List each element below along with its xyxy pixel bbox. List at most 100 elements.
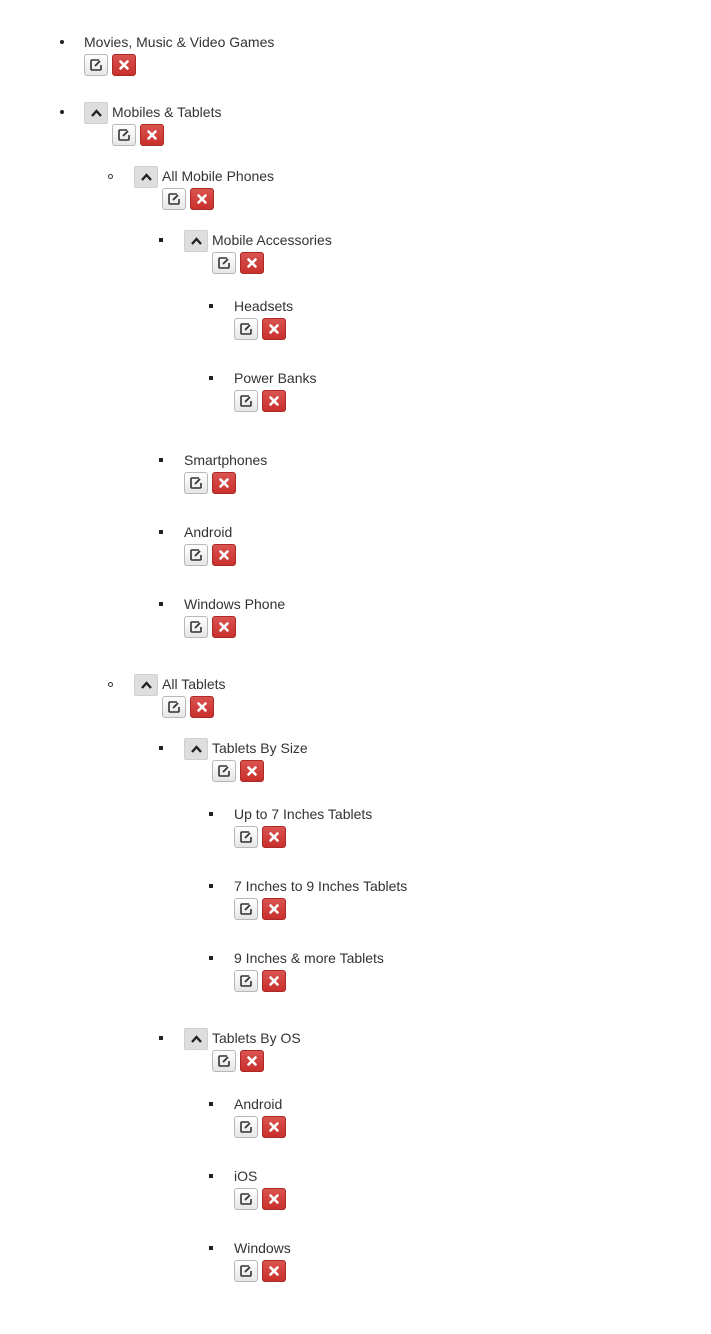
collapse-button[interactable] xyxy=(134,166,158,188)
bullet-square xyxy=(209,1174,213,1178)
collapse-button[interactable] xyxy=(184,230,208,252)
edit-button[interactable] xyxy=(112,124,136,146)
edit-button[interactable] xyxy=(234,1188,258,1210)
close-icon xyxy=(247,258,257,268)
edit-button[interactable] xyxy=(212,760,236,782)
collapse-button[interactable] xyxy=(84,102,108,124)
edit-button[interactable] xyxy=(234,898,258,920)
node-label: Mobile Accessories xyxy=(212,232,332,248)
delete-button[interactable] xyxy=(190,696,214,718)
bullet-square xyxy=(159,602,163,606)
edit-icon xyxy=(168,193,180,205)
close-icon xyxy=(119,60,129,70)
delete-button[interactable] xyxy=(140,124,164,146)
close-icon xyxy=(269,1194,279,1204)
close-icon xyxy=(269,832,279,842)
edit-button[interactable] xyxy=(184,472,208,494)
close-icon xyxy=(197,702,207,712)
delete-button[interactable] xyxy=(262,970,286,992)
node-label: Windows Phone xyxy=(184,596,286,612)
delete-button[interactable] xyxy=(262,826,286,848)
delete-button[interactable] xyxy=(212,616,236,638)
collapse-button[interactable] xyxy=(184,1028,208,1050)
edit-icon xyxy=(218,1055,230,1067)
bullet-square xyxy=(209,812,213,816)
close-icon xyxy=(269,324,279,334)
edit-button[interactable] xyxy=(212,1050,236,1072)
edit-icon xyxy=(218,257,230,269)
close-icon xyxy=(219,622,229,632)
bullet-square xyxy=(209,956,213,960)
edit-icon xyxy=(240,323,252,335)
edit-button[interactable] xyxy=(234,826,258,848)
close-icon xyxy=(269,904,279,914)
chevron-up-icon xyxy=(191,237,202,245)
edit-icon xyxy=(90,59,102,71)
edit-button[interactable] xyxy=(162,696,186,718)
bullet-square xyxy=(159,458,163,462)
delete-button[interactable] xyxy=(190,188,214,210)
collapse-button[interactable] xyxy=(134,674,158,696)
delete-button[interactable] xyxy=(262,318,286,340)
node-label: Up to 7 Inches Tablets xyxy=(234,806,373,822)
edit-icon xyxy=(218,765,230,777)
bullet-square xyxy=(209,304,213,308)
close-icon xyxy=(197,194,207,204)
edit-button[interactable] xyxy=(184,544,208,566)
edit-button[interactable] xyxy=(184,616,208,638)
node-label: iOS xyxy=(234,1168,258,1184)
bullet-disc xyxy=(60,40,64,44)
node-label: Headsets xyxy=(234,298,294,314)
chevron-up-icon xyxy=(141,681,152,689)
close-icon xyxy=(269,976,279,986)
node-label: All Tablets xyxy=(162,676,226,692)
delete-button[interactable] xyxy=(262,1188,286,1210)
node-label: All Mobile Phones xyxy=(162,168,275,184)
node-label: Power Banks xyxy=(234,370,317,386)
node-label: Movies, Music & Video Games xyxy=(84,34,275,50)
edit-icon xyxy=(190,621,202,633)
node-label: 9 Inches & more Tablets xyxy=(234,950,384,966)
edit-button[interactable] xyxy=(234,318,258,340)
collapse-button[interactable] xyxy=(184,738,208,760)
close-icon xyxy=(147,130,157,140)
bullet-square xyxy=(209,1102,213,1106)
node-label: Mobiles & Tablets xyxy=(112,104,222,120)
delete-button[interactable] xyxy=(262,1116,286,1138)
delete-button[interactable] xyxy=(212,472,236,494)
edit-icon xyxy=(240,975,252,987)
edit-icon xyxy=(190,477,202,489)
node-label: Tablets By OS xyxy=(212,1030,301,1046)
close-icon xyxy=(269,1266,279,1276)
delete-button[interactable] xyxy=(262,898,286,920)
node-label: Tablets By Size xyxy=(212,740,308,756)
delete-button[interactable] xyxy=(240,760,264,782)
bullet-disc xyxy=(60,110,64,114)
delete-button[interactable] xyxy=(240,252,264,274)
delete-button[interactable] xyxy=(212,544,236,566)
edit-button[interactable] xyxy=(234,970,258,992)
chevron-up-icon xyxy=(191,745,202,753)
edit-button[interactable] xyxy=(234,1116,258,1138)
delete-button[interactable] xyxy=(240,1050,264,1072)
node-label: 7 Inches to 9 Inches Tablets xyxy=(234,878,408,894)
edit-icon xyxy=(118,129,130,141)
edit-button[interactable] xyxy=(84,54,108,76)
edit-icon xyxy=(240,903,252,915)
chevron-up-icon xyxy=(91,109,102,117)
edit-button[interactable] xyxy=(162,188,186,210)
bullet-square xyxy=(159,530,163,534)
delete-button[interactable] xyxy=(262,390,286,412)
edit-button[interactable] xyxy=(234,390,258,412)
delete-button[interactable] xyxy=(112,54,136,76)
bullet-square xyxy=(159,1036,163,1040)
edit-button[interactable] xyxy=(234,1260,258,1282)
close-icon xyxy=(247,766,257,776)
close-icon xyxy=(269,1122,279,1132)
edit-icon xyxy=(240,831,252,843)
close-icon xyxy=(219,478,229,488)
bullet-square xyxy=(209,884,213,888)
delete-button[interactable] xyxy=(262,1260,286,1282)
edit-icon xyxy=(240,1265,252,1277)
edit-button[interactable] xyxy=(212,252,236,274)
